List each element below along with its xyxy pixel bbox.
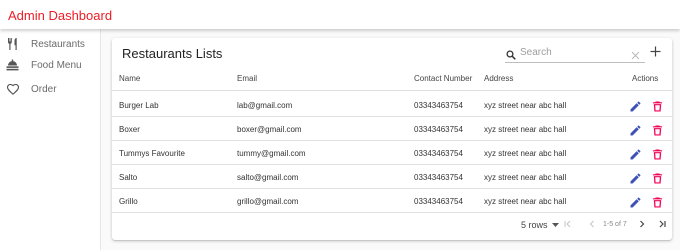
cell-email: lab@gmail.com: [237, 101, 293, 110]
table-row: Boxer boxer@gmail.com 03343463754 xyz st…: [112, 117, 672, 141]
sidebar-item-label: Food Menu: [31, 59, 82, 71]
delete-trash-icon[interactable]: [652, 123, 663, 136]
cell-name: Tummys Favourite: [119, 149, 185, 158]
column-header-email[interactable]: Email: [237, 74, 257, 83]
heart-icon: [6, 83, 19, 96]
previous-page-icon[interactable]: [587, 219, 597, 229]
table-row: Grillo grillo@gmail.com 03343463754 xyz …: [112, 189, 672, 213]
cell-email: grillo@gmail.com: [237, 197, 299, 206]
rows-per-page-label: 5 rows: [521, 220, 548, 230]
cell-address: xyz street near abc hall: [484, 101, 567, 110]
table-title: Restaurants Lists: [122, 46, 223, 61]
cell-email: boxer@gmail.com: [237, 125, 302, 134]
cell-address: xyz street near abc hall: [484, 125, 567, 134]
edit-pencil-icon[interactable]: [630, 99, 641, 112]
column-header-actions: Actions: [632, 74, 659, 83]
sidebar-item-label: Restaurants: [31, 38, 85, 50]
search-input[interactable]: [520, 45, 620, 59]
plus-icon: [650, 46, 661, 57]
table-row: Salto salto@gmail.com 03343463754 xyz st…: [112, 165, 672, 189]
column-header-address[interactable]: Address: [484, 74, 513, 83]
table-row: Burger Lab lab@gmail.com 03343463754 xyz…: [112, 93, 672, 117]
sidebar: Restaurants Food Menu Order: [0, 29, 101, 250]
table-row: Tummys Favourite tummy@gmail.com 0334346…: [112, 141, 672, 165]
page-range: 1-5 of 7: [603, 221, 627, 228]
search-icon: [506, 47, 516, 60]
delete-trash-icon[interactable]: [652, 99, 663, 112]
next-page-icon[interactable]: [637, 219, 647, 229]
app-bar: Admin Dashboard: [0, 0, 680, 29]
column-header-contact[interactable]: Contact Number: [414, 74, 472, 83]
cell-contact: 03343463754: [414, 101, 463, 110]
chevron-down-icon: [552, 223, 560, 228]
app-title: Admin Dashboard: [8, 8, 113, 23]
edit-pencil-icon[interactable]: [630, 195, 641, 208]
edit-pencil-icon[interactable]: [630, 123, 641, 136]
sidebar-item-order[interactable]: Order: [0, 77, 100, 101]
delete-trash-icon[interactable]: [652, 195, 663, 208]
edit-pencil-icon[interactable]: [630, 147, 641, 160]
cell-address: xyz street near abc hall: [484, 149, 567, 158]
search-field: [505, 43, 645, 63]
cell-contact: 03343463754: [414, 125, 463, 134]
food-tray-icon: [6, 59, 19, 72]
fork-knife-icon: [6, 38, 19, 51]
cell-email: tummy@gmail.com: [237, 149, 306, 158]
restaurants-table-card: Restaurants Lists Name Email Contact Num…: [112, 38, 672, 240]
sidebar-item-label: Order: [31, 83, 57, 95]
table-header: Name Email Contact Number Address Action…: [112, 67, 672, 91]
clear-search-icon[interactable]: [631, 47, 640, 60]
cell-name: Boxer: [119, 125, 140, 134]
column-header-name[interactable]: Name: [119, 74, 140, 83]
delete-trash-icon[interactable]: [652, 171, 663, 184]
cell-contact: 03343463754: [414, 173, 463, 182]
first-page-icon[interactable]: [563, 219, 573, 229]
edit-pencil-icon[interactable]: [630, 171, 641, 184]
add-restaurant-button[interactable]: [649, 45, 662, 58]
cell-email: salto@gmail.com: [237, 173, 299, 182]
rows-per-page-select[interactable]: 5 rows: [521, 220, 560, 230]
cell-address: xyz street near abc hall: [484, 197, 567, 206]
sidebar-item-food-menu[interactable]: Food Menu: [0, 53, 100, 77]
cell-contact: 03343463754: [414, 149, 463, 158]
last-page-icon[interactable]: [657, 219, 667, 229]
cell-address: xyz street near abc hall: [484, 173, 567, 182]
cell-name: Salto: [119, 173, 138, 182]
delete-trash-icon[interactable]: [652, 147, 663, 160]
pagination: 5 rows 1-5 of 7: [112, 213, 672, 235]
cell-name: Grillo: [119, 197, 138, 206]
cell-name: Burger Lab: [119, 101, 159, 110]
cell-contact: 03343463754: [414, 197, 463, 206]
